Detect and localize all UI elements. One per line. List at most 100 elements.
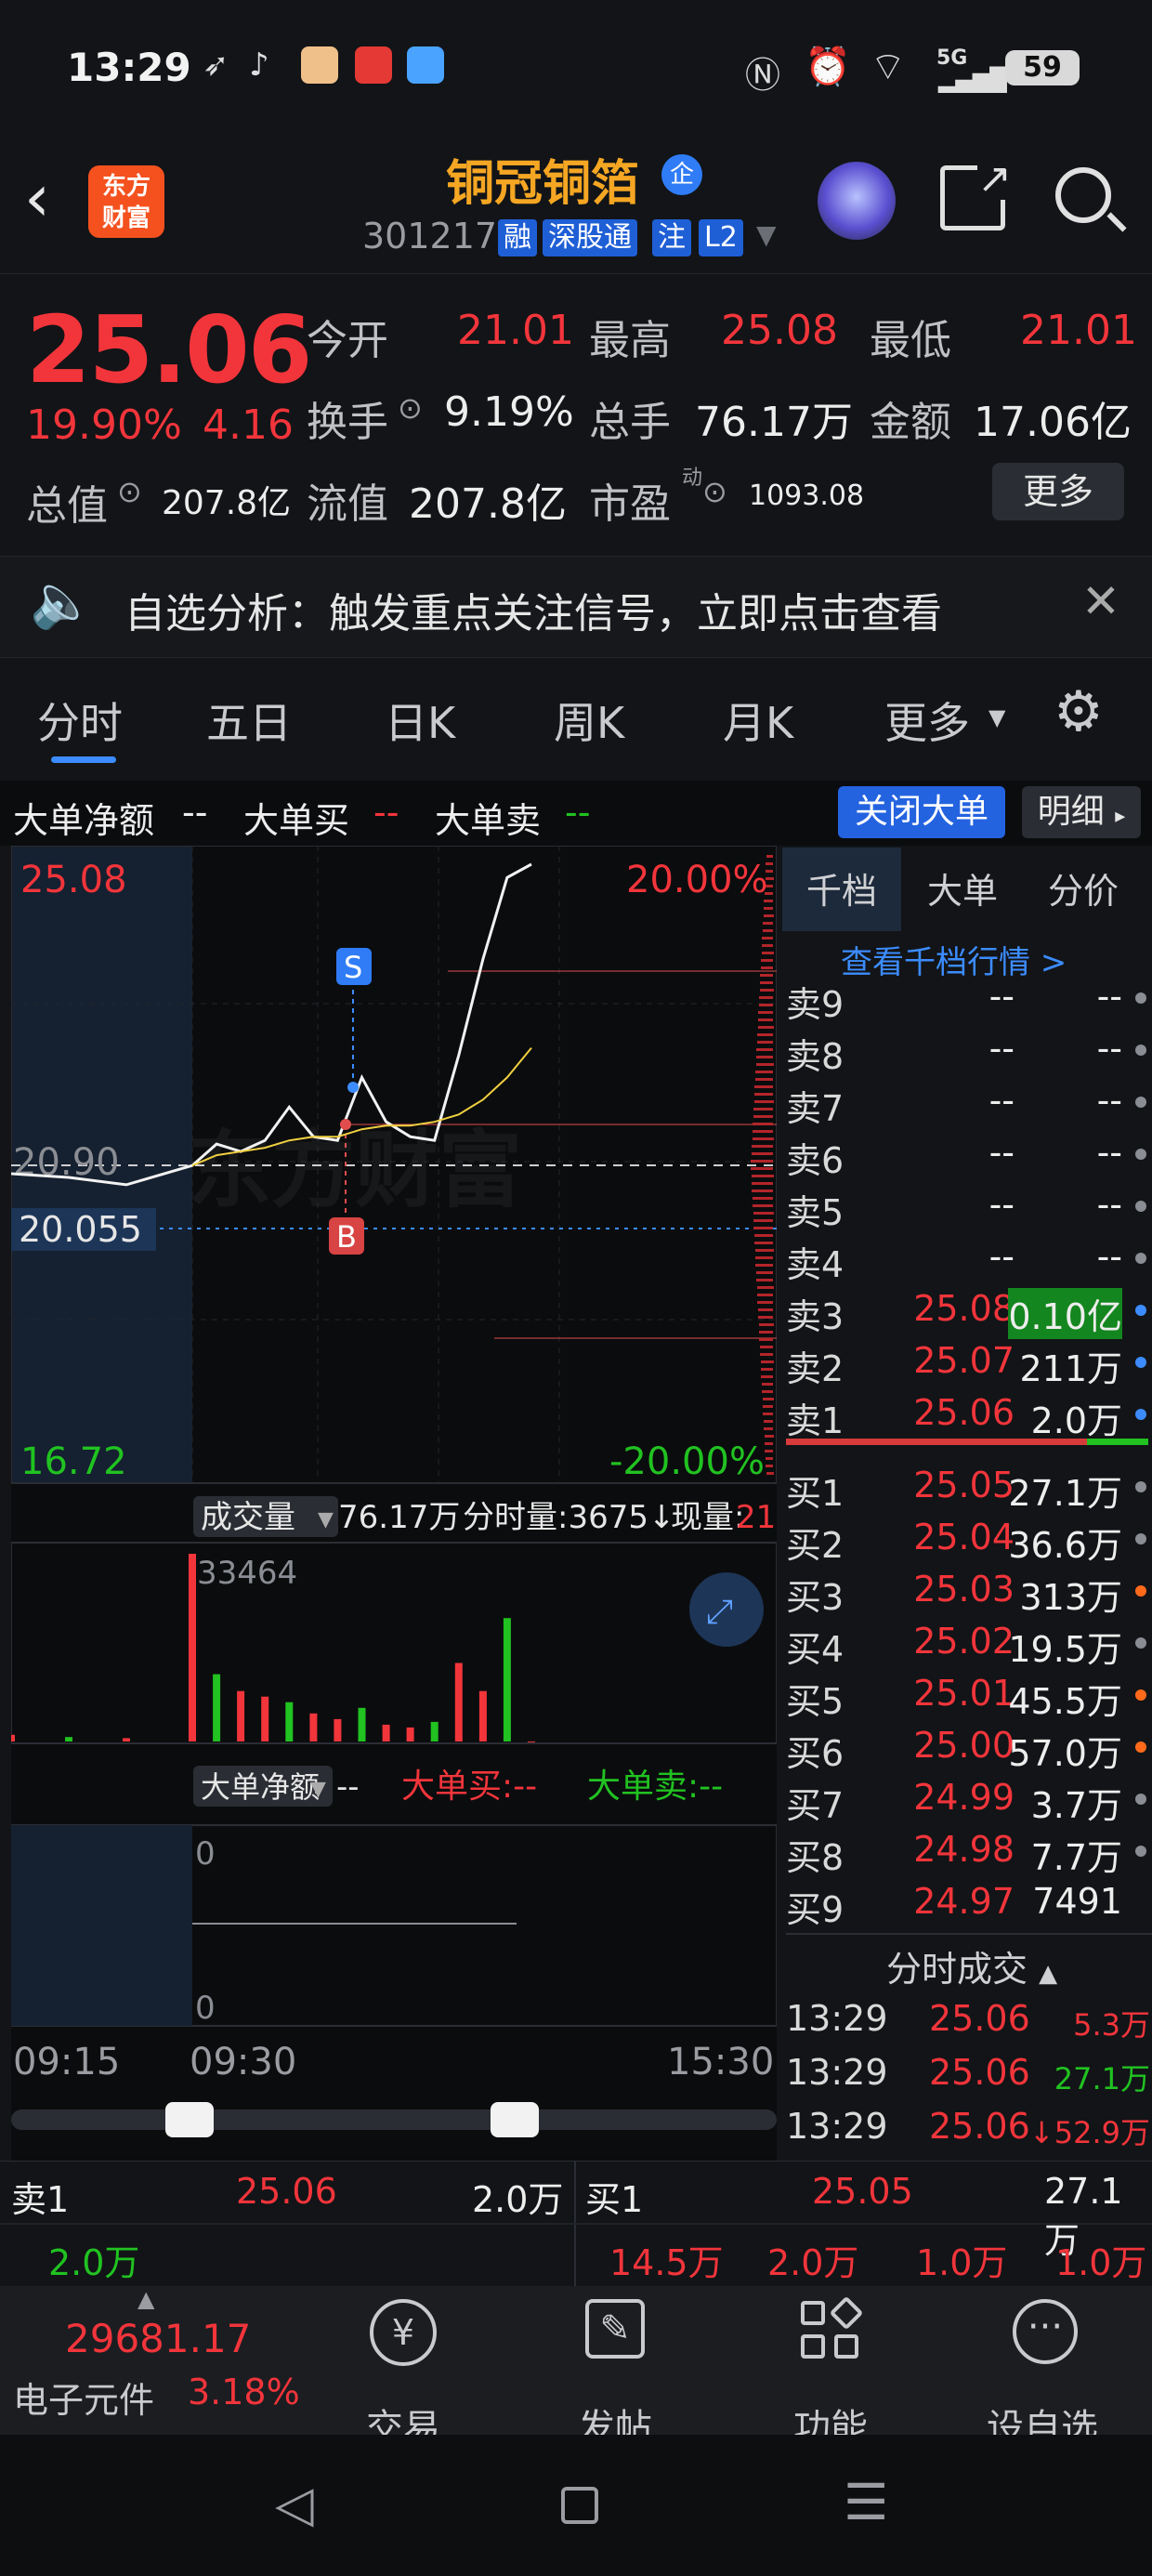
buy-row[interactable]: 买8 24.98 7.7万 [786,1823,1148,1878]
depth-profile-bar [762,1383,773,1386]
price-bottom-label: 16.72 [20,1440,127,1483]
sell-row[interactable]: 卖6 -- -- [786,1126,1148,1181]
depth-profile-bar [753,1212,774,1215]
amount-value: 17.06亿 [974,399,1132,446]
low-label: 最低 [870,317,951,364]
buy-price: 25.00 [913,1725,1015,1766]
tab-five-day[interactable]: 五日 [206,690,292,751]
nav-home-icon[interactable] [561,2487,598,2524]
sell-row[interactable]: 卖1 25.06 2.0万 [786,1387,1148,1441]
indicator-dot [1135,1637,1146,1649]
more-dots-icon[interactable]: ··· [1013,2299,1078,2364]
sell-row[interactable]: 卖4 -- -- [786,1230,1148,1285]
sell-row[interactable]: 卖2 25.07 211万 [786,1334,1148,1389]
sell-row[interactable]: 卖8 -- -- [786,1022,1148,1077]
sell-row[interactable]: 卖7 -- -- [786,1074,1148,1129]
more-quote-button[interactable]: 更多 [992,463,1124,520]
depth-profile-bar [755,1249,774,1252]
buy-row[interactable]: 买9 24.97 7491 [786,1875,1148,1930]
sell-row[interactable]: 卖3 25.08 0.10亿 [786,1282,1148,1339]
edit-icon[interactable]: ✎ [585,2299,645,2359]
assistant-robot-icon[interactable] [818,162,896,240]
depth-profile-bar [765,1435,774,1438]
sell-level-label: 卖2 [786,1348,844,1389]
nav-recents-icon[interactable]: ☰ [844,2477,888,2528]
info-icon[interactable]: ⊙ [398,390,423,426]
time-label-open: 09:30 [190,2041,296,2083]
buy-row[interactable]: 买2 25.04 36.6万 [786,1511,1148,1566]
sell-volume: -- [1096,1132,1122,1173]
depth-profile-bar [756,1048,773,1051]
buy-volume: 27.1万 [1008,1473,1122,1514]
time-label-close: 15:30 [667,2041,774,2083]
trade-volume: 27.1万 [1054,2061,1150,2096]
index-ticker[interactable]: ▲ 29681.17 电子元件 3.18% [0,2286,300,2435]
buy-price: 24.98 [913,1829,1015,1870]
alert-text[interactable]: 自选分析：触发重点关注信号，立即点击查看 [124,580,942,639]
close-icon[interactable]: ✕ [1081,578,1120,624]
chevron-down-icon[interactable]: ▼ [756,219,777,250]
detail-button[interactable]: 明细 ▸ [1022,786,1141,838]
apps-icon[interactable] [801,2295,864,2360]
time-scrollbar[interactable] [11,2109,777,2130]
tab-daily-k[interactable]: 日K [385,690,455,751]
depth-tab-big-order[interactable]: 大单 [927,862,998,913]
tab-intraday[interactable]: 分时 [37,690,123,751]
volume-now-value: 21 [736,1499,776,1536]
search-icon[interactable] [1055,167,1127,232]
sell-volume: -- [1096,976,1122,1017]
share-icon[interactable]: ↗ [940,159,1012,230]
indicator-dot [1135,1741,1146,1753]
info-icon[interactable]: ⊙ [702,474,727,509]
buy-price: 25.03 [913,1569,1015,1610]
depth-profile-bar [755,1071,773,1073]
svg-text:⤢: ⤢ [706,1593,733,1631]
buy-row[interactable]: 买7 24.99 3.7万 [786,1771,1148,1826]
buy-row[interactable]: 买5 25.01 45.5万 [786,1667,1148,1722]
eastmoney-logo[interactable]: 东方财富 [88,165,164,238]
volume-bar [334,1718,342,1741]
close-big-order-button[interactable]: 关闭大单 [838,786,1005,838]
tab-monthly-k[interactable]: 月K [723,690,793,751]
info-icon[interactable]: ⊙ [117,474,142,509]
depth-profile-bar [756,1279,773,1281]
buy-row[interactable]: 买6 25.00 57.0万 [786,1719,1148,1774]
depth-profile-bar [759,1331,773,1334]
depth-profile-bar [753,1197,773,1200]
trade-icon[interactable]: ¥ [370,2299,437,2366]
scroll-handle-right[interactable] [491,2102,539,2137]
trade-row: 13:29 25.06 ↓52.9万 [786,2102,1152,2154]
app-icon [355,46,392,84]
tab-weekly-k[interactable]: 周K [554,690,624,751]
depth-tab-price[interactable]: 分价 [1048,862,1119,913]
scroll-handle-left[interactable] [165,2102,214,2137]
depth-profile-bar [753,1204,773,1207]
back-icon[interactable]: ‹ [24,165,50,230]
trades-title[interactable]: 分时成交 ▲ [886,1940,1057,1991]
stock-name[interactable]: 铜冠铜箔 [446,144,639,214]
gear-icon[interactable]: ⚙ [1054,684,1104,740]
volume-bar [406,1727,414,1741]
net-sell-label: 大单卖:-- [587,1768,723,1806]
volume-bar [237,1690,245,1741]
tab-more[interactable]: 更多 [884,690,970,751]
depth-profile-bar [758,1026,774,1029]
sell-volume: 2.0万 [1030,1400,1122,1441]
wifi-icon: ⌔ [870,44,907,89]
buy-row[interactable]: 买3 25.03 313万 [786,1563,1148,1618]
time-label-start: 09:15 [13,2041,120,2083]
trade-time: 13:29 [786,2106,888,2147]
volume-bar [213,1674,221,1741]
sell-row[interactable]: 卖9 -- -- [786,970,1148,1025]
buy-level-label: 买6 [786,1733,844,1774]
buy-row[interactable]: 买1 25.05 27.1万 [786,1459,1148,1514]
buy-row[interactable]: 买4 25.02 19.5万 [786,1615,1148,1670]
volume-selector: 成交量 [201,1499,295,1536]
sell-price: -- [988,1132,1015,1173]
nav-back-icon[interactable]: ◁ [275,2479,314,2530]
depth-profile-bar [757,1301,773,1304]
depth-tab-thousand[interactable]: 千档 [806,862,877,913]
intraday-chart[interactable]: 25.08 20.00% 20.90 20.055 16.72 -20.00% … [11,846,777,2193]
sell-level-label: 卖4 [786,1244,844,1285]
sell-row[interactable]: 卖5 -- -- [786,1178,1148,1233]
